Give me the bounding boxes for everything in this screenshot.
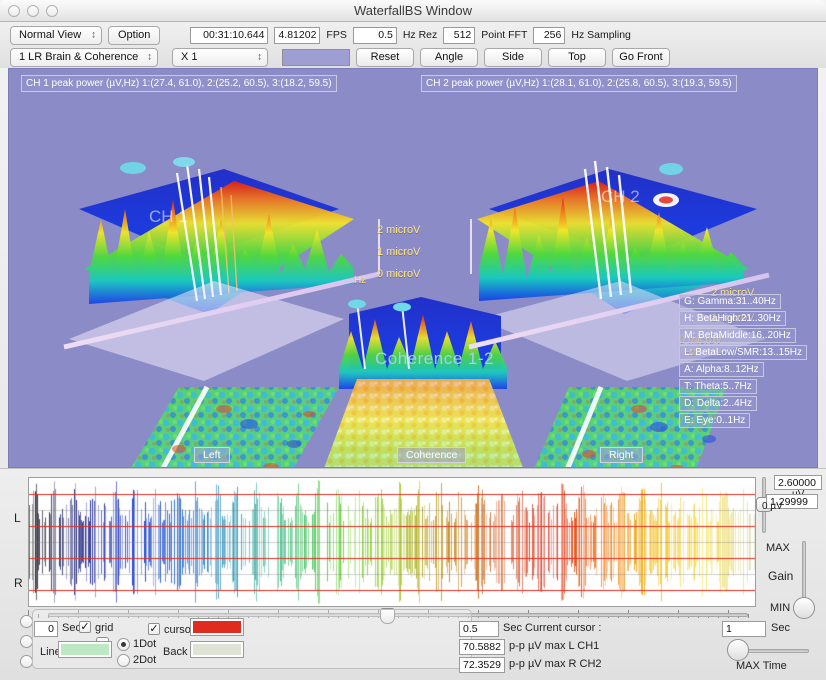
- cursor-color-swatch: [193, 621, 241, 633]
- spectral-3d-plot-canvas[interactable]: 0 E 4 T 8 A 13 L 21 H 30 G Hz 90 degree …: [8, 68, 818, 468]
- cursor-checkbox[interactable]: ✓: [148, 623, 160, 635]
- dot-mode-2dot-radio[interactable]: [117, 654, 130, 667]
- right-channel-label: R: [14, 576, 23, 590]
- coherence-view-button[interactable]: Coherence: [397, 447, 467, 463]
- left-channel-label: L: [14, 511, 21, 525]
- gain-label: Gain: [768, 569, 794, 583]
- cursor-color-well[interactable]: [190, 618, 244, 636]
- band-legend-delta: D: Delta:2..4Hz: [679, 396, 757, 411]
- hz-rez-field[interactable]: 0.5: [352, 26, 397, 44]
- plot-color-well[interactable]: [282, 48, 350, 66]
- cursor-sec-label: Sec Current cursor :: [503, 622, 602, 634]
- waterfall-bs-window: WaterfallBS Window Normal View Option 00…: [0, 0, 826, 680]
- go-front-button[interactable]: Go Front: [612, 47, 670, 67]
- point-fft-field[interactable]: 512: [443, 26, 476, 44]
- dot-mode-1dot-radio[interactable]: [117, 638, 130, 651]
- ch1-axis-label-1: 1 microV: [377, 246, 421, 258]
- spectrogram-canvas[interactable]: [29, 478, 755, 606]
- band-legend-betahigh: H: BetaHigh:21..30Hz: [679, 311, 786, 326]
- coherence-caption: Coherence 1-2: [375, 349, 494, 368]
- gain-min-label: MIN: [770, 602, 791, 614]
- pp-left-label: p-p µV max L CH1: [509, 640, 600, 652]
- dot-mode-1dot-label: 1Dot: [133, 638, 157, 650]
- grid-checkbox[interactable]: ✓: [79, 621, 91, 633]
- ch1-peak-power-readout: CH 1 peak power (µV,Hz) 1:(27.4, 61.0), …: [21, 75, 337, 92]
- angle-button[interactable]: Angle: [420, 47, 478, 67]
- grid-label: grid: [95, 622, 114, 634]
- fps-label: FPS: [326, 29, 347, 41]
- dot-mode-2dot-label: 2Dot: [133, 654, 157, 666]
- ch1-caption: CH 1: [149, 207, 188, 226]
- back-color-label: Back: [163, 646, 188, 658]
- toolbar: Normal View Option 00:31:10.644 4.81202 …: [0, 22, 826, 68]
- frequency-band-legend: G: Gamma:31..40Hz H: BetaHigh:21..30Hz M…: [679, 294, 807, 428]
- top-button[interactable]: Top: [548, 47, 606, 67]
- band-legend-eye: E: Eye:0..1Hz: [679, 413, 751, 428]
- max-time-field[interactable]: 1: [722, 621, 766, 637]
- back-color-swatch: [193, 644, 241, 655]
- side-button[interactable]: Side: [484, 47, 542, 67]
- left-view-button[interactable]: Left: [194, 447, 230, 463]
- elapsed-time-field[interactable]: 00:31:10.644: [190, 26, 269, 44]
- view-mode-select[interactable]: Normal View: [10, 25, 102, 45]
- scale-zero-label: 0 µV: [762, 501, 783, 512]
- waterfall-lower-panel: L R 0 Sec ✓ grid Line 1Dot 2Dot ✓ cursor…: [0, 468, 826, 680]
- max-time-label: MAX Time: [736, 660, 787, 672]
- max-time-slider-knob[interactable]: [727, 639, 749, 661]
- right-view-button[interactable]: Right: [600, 447, 643, 463]
- hz-rez-label: Hz Rez: [402, 29, 438, 41]
- gain-max-label: MAX: [766, 542, 790, 554]
- reset-button[interactable]: Reset: [356, 47, 414, 67]
- band-legend-alpha: A: Alpha:8..12Hz: [679, 362, 764, 377]
- gain-slider-knob[interactable]: [793, 597, 815, 619]
- band-legend-theta: T: Theta:5..7Hz: [679, 379, 757, 394]
- line-color-swatch: [61, 644, 109, 655]
- pp-right-field[interactable]: 72.3529: [459, 657, 505, 673]
- montage-select[interactable]: 1 LR Brain & Coherence: [10, 47, 158, 67]
- option-button[interactable]: Option: [108, 25, 161, 45]
- spectrogram-waterfall[interactable]: [28, 477, 756, 607]
- cursor-sec-field[interactable]: 0.5: [459, 621, 499, 637]
- point-fft-label: Point FFT: [481, 29, 528, 41]
- ch2-caption: CH 2: [601, 187, 640, 206]
- back-color-well[interactable]: [190, 641, 244, 658]
- sampling-label: Hz Sampling: [571, 29, 631, 41]
- zoom-factor-select[interactable]: X 1: [172, 47, 268, 67]
- band-legend-betamiddle: M: BetaMiddle:16..20Hz: [679, 328, 796, 343]
- band-legend-gamma: G: Gamma:31..40Hz: [679, 294, 781, 309]
- ch2-peak-power-readout: CH 2 peak power (µV,Hz) 1:(28.1, 61.0), …: [421, 75, 737, 92]
- line-color-well[interactable]: [58, 641, 112, 658]
- ch1-axis-label-2: 2 microV: [377, 224, 421, 236]
- scale-top-value[interactable]: 2.60000: [774, 475, 822, 490]
- band-legend-betalow: L: BetaLow/SMR:13..15Hz: [679, 345, 807, 360]
- sec-offset-field[interactable]: 0: [34, 621, 58, 637]
- pp-right-label: p-p µV max R CH2: [509, 658, 602, 670]
- sampling-field[interactable]: 256: [533, 26, 566, 44]
- window-title: WaterfallBS Window: [354, 3, 472, 18]
- fps-value-field[interactable]: 4.81202: [274, 26, 321, 44]
- ch1-hz-axis-label: Hz: [354, 275, 367, 286]
- ch1-surface: [69, 157, 354, 381]
- window-titlebar: WaterfallBS Window: [0, 0, 826, 22]
- ch1-axis-label-0: 0 microV: [377, 268, 421, 280]
- max-time-unit-label: Sec: [771, 622, 790, 634]
- pp-left-field[interactable]: 70.5882: [459, 639, 505, 655]
